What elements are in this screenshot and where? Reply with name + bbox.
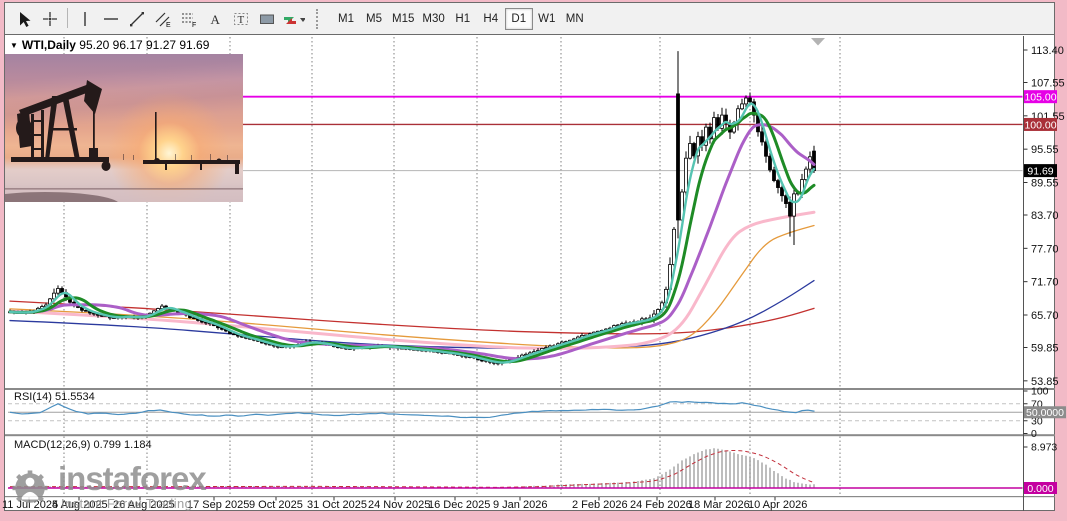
horizontal-line-tool-button[interactable]: [98, 7, 124, 31]
timeframe-button-M15[interactable]: M15: [388, 8, 418, 30]
timeframe-button-H4[interactable]: H4: [477, 8, 505, 30]
vertical-line-icon: [76, 10, 94, 28]
arrows-icon: [281, 10, 305, 28]
timeframe-button-M1[interactable]: M1: [332, 8, 360, 30]
text-label-icon: T: [232, 10, 250, 28]
vertical-line-tool-button[interactable]: [72, 7, 98, 31]
symbol-period-label: WTI,Daily: [22, 38, 76, 52]
macd-indicator-label: MACD(12,26,9) 0.799 1.184: [14, 439, 152, 451]
cursor-tool-button[interactable]: [11, 7, 37, 31]
watermark-brand: instaforex: [58, 465, 206, 493]
timeframe-button-W1[interactable]: W1: [533, 8, 561, 30]
toolbar: E F A T M1M5M15M30H1H4D1W1MN: [5, 3, 1054, 35]
svg-text:E: E: [166, 22, 171, 28]
equidistant-channel-tool-button[interactable]: E: [150, 7, 176, 31]
timeframe-button-M5[interactable]: M5: [360, 8, 388, 30]
chart-title-bar[interactable]: ▼ WTI,Daily 95.20 96.17 91.27 91.69: [10, 38, 209, 52]
fibonacci-retracement-tool-button[interactable]: F: [176, 7, 202, 31]
rectangle-icon: [258, 10, 276, 28]
svg-text:A: A: [211, 12, 221, 27]
pumpjack-silhouette: [5, 54, 243, 202]
horizontal-line-icon: [102, 10, 120, 28]
rsi-indicator-label: RSI(14) 51.5534: [14, 391, 95, 403]
text-tool-button[interactable]: A: [202, 7, 228, 31]
timeframe-button-H1[interactable]: H1: [449, 8, 477, 30]
timeframe-button-D1[interactable]: D1: [505, 8, 533, 30]
timeframe-button-M30[interactable]: M30: [418, 8, 448, 30]
watermark-tagline: Instant Forex Trading: [58, 496, 206, 511]
trend-line-icon: [128, 10, 146, 28]
instaforex-gear-icon: [8, 465, 52, 511]
crosshair-tool-button[interactable]: [37, 7, 63, 31]
ohlc-readout: 95.20 96.17 91.27 91.69: [79, 38, 209, 52]
instaforex-watermark: instaforex Instant Forex Trading: [8, 465, 206, 511]
toolbar-separator: [63, 8, 72, 30]
oil-pumpjack-photo: [5, 54, 243, 202]
text-label-tool-button[interactable]: T: [228, 7, 254, 31]
equidistant-channel-icon: E: [154, 10, 172, 28]
timeframe-button-MN[interactable]: MN: [561, 8, 589, 30]
svg-text:F: F: [192, 22, 196, 28]
symbol-dropdown-icon[interactable]: ▼: [10, 41, 18, 50]
arrows-tool-button[interactable]: [280, 7, 306, 31]
trend-line-tool-button[interactable]: [124, 7, 150, 31]
fibonacci-retracement-icon: F: [180, 10, 198, 28]
cursor-icon: [15, 10, 33, 28]
crosshair-icon: [41, 10, 59, 28]
text-icon: A: [206, 10, 224, 28]
rectangle-tool-button[interactable]: [254, 7, 280, 31]
toolbar-drag-handle[interactable]: [316, 9, 324, 29]
svg-text:T: T: [238, 14, 245, 26]
